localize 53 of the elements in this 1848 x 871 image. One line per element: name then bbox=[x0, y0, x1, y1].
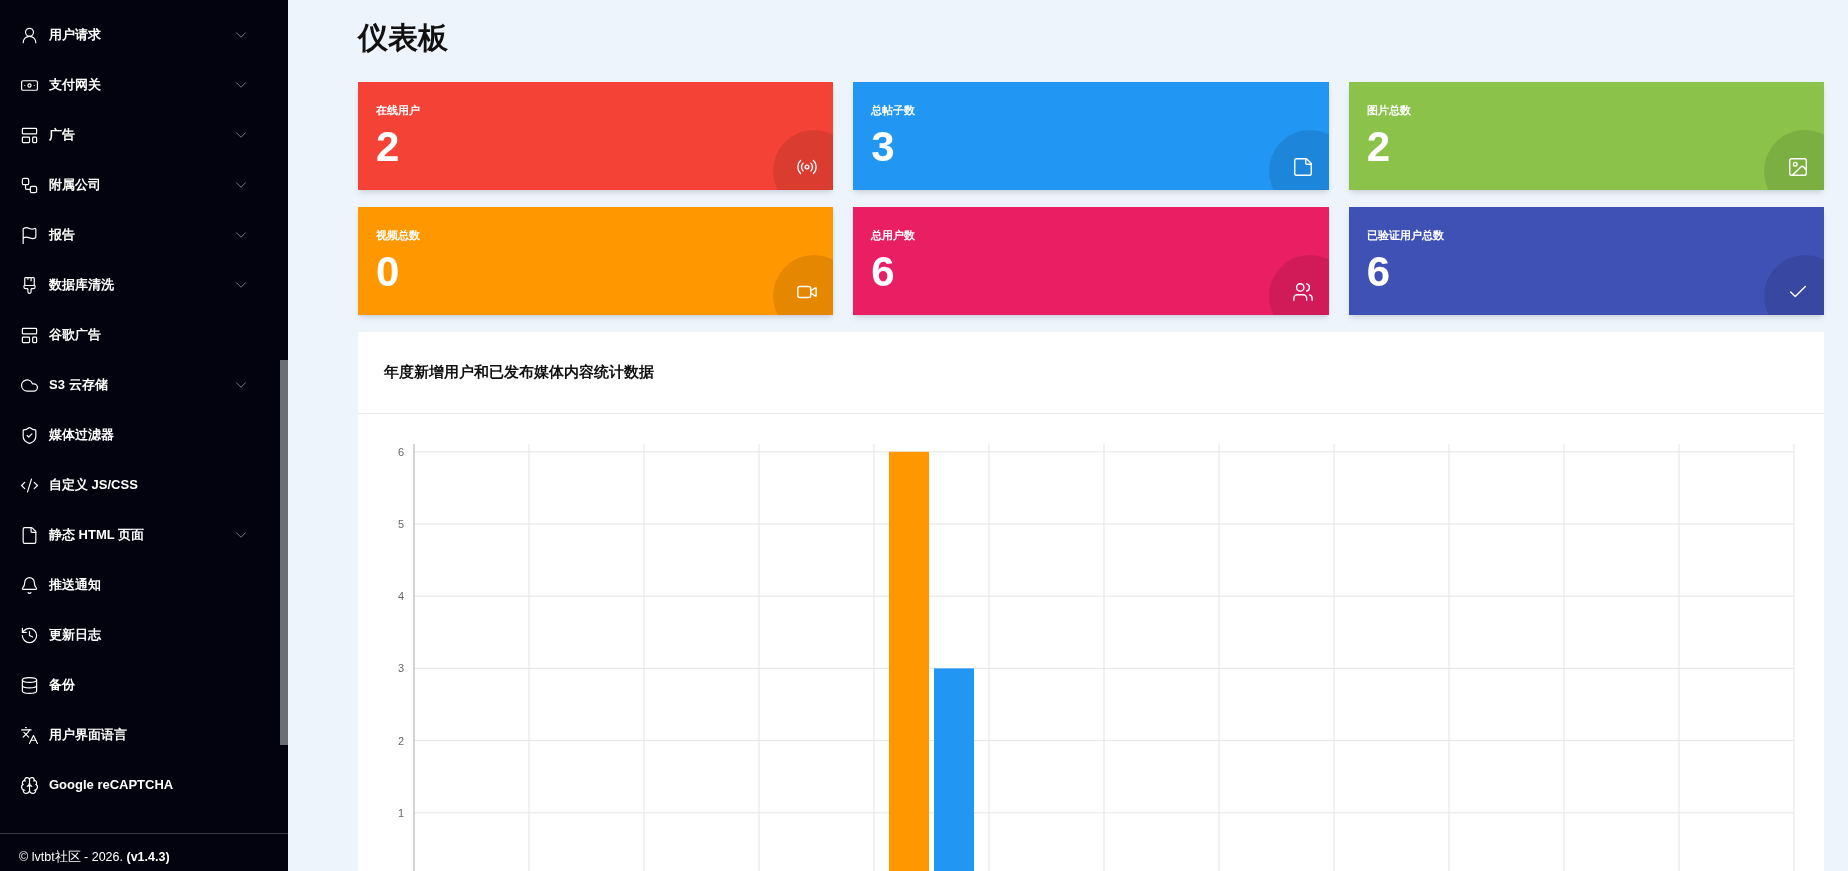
card-label: 图片总数 bbox=[1366, 103, 1412, 118]
sidebar-item[interactable]: 谷歌广告 bbox=[0, 310, 280, 360]
sidebar-item[interactable]: 用户请求 bbox=[0, 10, 280, 60]
card-value: 3 bbox=[871, 121, 895, 172]
axis-tick-label: 1 bbox=[397, 806, 404, 819]
image-icon bbox=[1787, 156, 1809, 178]
chart-title: 年度新增用户和已发布媒体内容统计数据 bbox=[384, 362, 654, 383]
card-value: 6 bbox=[871, 246, 895, 297]
page-title: 仪表板 bbox=[358, 20, 449, 56]
card-value: 0 bbox=[376, 246, 400, 297]
workflow-icon bbox=[20, 175, 39, 195]
sidebar-item[interactable]: 数据库清洗 bbox=[0, 260, 280, 310]
sidebar-item[interactable]: 推送通知 bbox=[0, 560, 280, 610]
bell-icon bbox=[20, 575, 39, 595]
sidebar-item[interactable]: 用户界面语言 bbox=[0, 710, 280, 760]
card-label: 视频总数 bbox=[376, 228, 421, 243]
sidebar-item[interactable]: 静态 HTML 页面 bbox=[0, 510, 280, 560]
sidebar-item[interactable]: 报告 bbox=[0, 210, 280, 260]
sidebar-item[interactable]: 备份 bbox=[0, 660, 280, 710]
history-icon bbox=[20, 625, 39, 645]
card-label: 总用户数 bbox=[871, 228, 917, 243]
layout-icon bbox=[20, 325, 39, 345]
card-value: 2 bbox=[376, 121, 400, 172]
axis-tick-label: 2 bbox=[397, 734, 404, 747]
card-value: 2 bbox=[1366, 121, 1390, 172]
axis-tick-label: 4 bbox=[397, 590, 404, 603]
file-icon bbox=[20, 525, 39, 545]
footer-text: © lvtbt社区 - 2026. (v1.4.3) bbox=[19, 850, 170, 864]
sidebar-item[interactable]: 媒体过滤器 bbox=[0, 410, 280, 460]
flag-icon bbox=[20, 225, 39, 245]
brain-icon bbox=[20, 775, 39, 795]
card-label: 已验证用户总数 bbox=[1366, 228, 1445, 243]
language-icon bbox=[20, 725, 39, 745]
sidebar-item[interactable]: 更新日志 bbox=[0, 610, 280, 660]
layout-icon bbox=[20, 125, 39, 145]
card-value: 6 bbox=[1366, 246, 1390, 297]
note-icon bbox=[1291, 156, 1314, 178]
sidebar-item[interactable]: 自定义 JS/CSS bbox=[0, 460, 280, 510]
sidebar-item[interactable]: S3 云存储 bbox=[0, 360, 280, 410]
sidebar-item[interactable]: 附属公司 bbox=[0, 160, 280, 210]
database-icon bbox=[20, 675, 39, 695]
sidebar-item[interactable]: 广告 bbox=[0, 110, 280, 160]
brush-icon bbox=[20, 275, 39, 295]
users-icon bbox=[1291, 281, 1314, 303]
person-icon bbox=[20, 25, 39, 45]
sidebar-item[interactable]: Google reCAPTCHA bbox=[0, 760, 280, 810]
axis-tick-label: 5 bbox=[397, 518, 404, 530]
card-label: 在线用户 bbox=[376, 103, 421, 118]
axis-tick-label: 6 bbox=[397, 445, 404, 458]
axis-tick-label: 3 bbox=[397, 662, 404, 675]
card-label: 总帖子数 bbox=[871, 103, 917, 118]
sidebar-item[interactable]: 支付网关 bbox=[0, 60, 280, 110]
shield-icon bbox=[20, 425, 39, 445]
